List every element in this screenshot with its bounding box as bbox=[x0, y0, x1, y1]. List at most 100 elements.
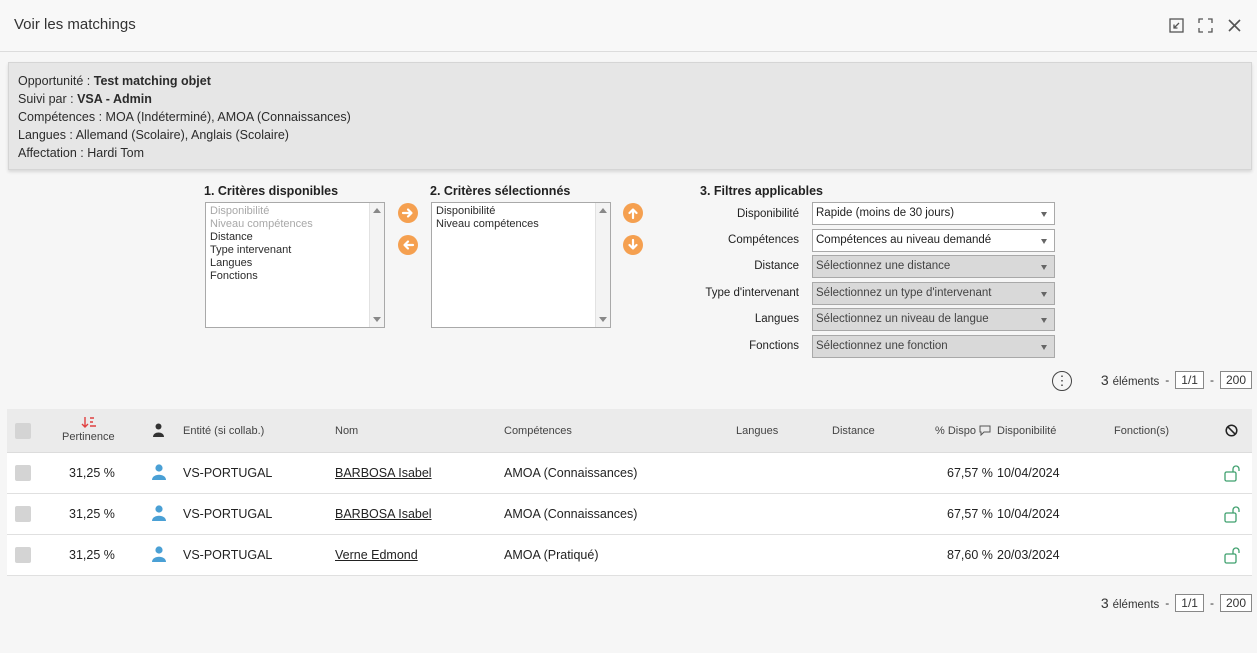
col-competences[interactable]: Compétences bbox=[504, 425, 572, 437]
filter-select-type-intervenant[interactable]: Sélectionnez un type d'intervenant bbox=[812, 282, 1055, 305]
scrollbar[interactable] bbox=[595, 203, 610, 327]
scroll-up-icon[interactable] bbox=[373, 208, 381, 213]
page-size-input[interactable]: 200 bbox=[1219, 371, 1252, 389]
cell-entite: VS-PORTUGAL bbox=[183, 548, 273, 562]
col-dispo-pct[interactable]: % Dispo bbox=[935, 424, 991, 437]
filter-label-competences: Compétences bbox=[728, 234, 799, 246]
col-entite[interactable]: Entité (si collab.) bbox=[183, 425, 264, 437]
col-nom[interactable]: Nom bbox=[335, 425, 358, 437]
cell-nom-link[interactable]: BARBOSA Isabel bbox=[335, 466, 432, 480]
page-indicator[interactable]: 1/1 bbox=[1175, 371, 1204, 389]
list-item[interactable]: Type intervenant bbox=[210, 244, 380, 257]
filter-label-type-intervenant: Type d'intervenant bbox=[705, 287, 799, 299]
cell-nom-link[interactable]: BARBOSA Isabel bbox=[335, 507, 432, 521]
suivi-value: VSA - Admin bbox=[77, 92, 152, 106]
filter-label-fonctions: Fonctions bbox=[749, 340, 799, 352]
pager-bottom: 3 éléments - 1/1 - 200 bbox=[1101, 594, 1252, 612]
table-row[interactable]: 31,25 % VS-PORTUGAL Verne Edmond AMOA (P… bbox=[7, 535, 1252, 576]
criteres-selectionnes-list[interactable]: Disponibilité Niveau compétences bbox=[431, 202, 611, 328]
cell-entite: VS-PORTUGAL bbox=[183, 507, 273, 521]
filter-select-disponibilite[interactable]: Rapide (moins de 30 jours) bbox=[812, 202, 1055, 225]
remove-criteria-button[interactable] bbox=[398, 235, 418, 255]
chevron-down-icon bbox=[1041, 265, 1047, 270]
info-langues: Langues : Allemand (Scolaire), Anglais (… bbox=[18, 128, 289, 142]
close-icon[interactable] bbox=[1226, 17, 1243, 34]
maximize-icon[interactable] bbox=[1197, 17, 1214, 34]
select-all-checkbox[interactable] bbox=[15, 423, 31, 439]
cell-entite: VS-PORTUGAL bbox=[183, 466, 273, 480]
info-affectation: Affectation : Hardi Tom bbox=[18, 146, 144, 160]
list-item: Niveau compétences bbox=[210, 218, 313, 230]
user-icon bbox=[152, 464, 166, 483]
arrow-up-icon bbox=[628, 208, 638, 220]
window-titlebar: Voir les matchings bbox=[0, 0, 1257, 52]
add-criteria-button[interactable] bbox=[398, 203, 418, 223]
minimize-icon[interactable] bbox=[1168, 17, 1185, 34]
cell-nom-link[interactable]: Verne Edmond bbox=[335, 548, 418, 562]
cell-disponibilite: 10/04/2024 bbox=[997, 507, 1060, 521]
unlock-icon[interactable] bbox=[1224, 505, 1240, 523]
table-row[interactable]: 31,25 % VS-PORTUGAL BARBOSA Isabel AMOA … bbox=[7, 453, 1252, 494]
criteres-disponibles-title: 1. Critères disponibles bbox=[204, 184, 339, 198]
opportunity-info-panel: Opportunité : Test matching objet Suivi … bbox=[8, 62, 1252, 170]
list-item[interactable]: Fonctions bbox=[210, 270, 380, 283]
chevron-down-icon bbox=[1041, 212, 1047, 217]
col-langues[interactable]: Langues bbox=[736, 425, 778, 437]
person-icon bbox=[153, 423, 164, 440]
cell-disponibilite: 20/03/2024 bbox=[997, 548, 1060, 562]
row-checkbox[interactable] bbox=[15, 465, 31, 481]
element-count: 3 bbox=[1100, 595, 1109, 611]
col-disponibilite[interactable]: Disponibilité bbox=[997, 425, 1056, 437]
cell-dispo-pct: 87,60 % bbox=[947, 548, 993, 562]
scroll-down-icon[interactable] bbox=[373, 317, 381, 322]
chevron-down-icon bbox=[1041, 318, 1047, 323]
chevron-down-icon bbox=[1041, 292, 1047, 297]
row-checkbox[interactable] bbox=[15, 506, 31, 522]
table-row[interactable]: 31,25 % VS-PORTUGAL BARBOSA Isabel AMOA … bbox=[7, 494, 1252, 535]
col-pertinence[interactable]: Pertinence bbox=[62, 431, 115, 443]
filter-select-distance[interactable]: Sélectionnez une distance bbox=[812, 255, 1055, 278]
user-icon bbox=[152, 546, 166, 565]
filter-select-fonctions[interactable]: Sélectionnez une fonction bbox=[812, 335, 1055, 358]
cell-disponibilite: 10/04/2024 bbox=[997, 466, 1060, 480]
user-icon bbox=[152, 505, 166, 524]
col-distance[interactable]: Distance bbox=[832, 425, 875, 437]
filter-select-competences[interactable]: Compétences au niveau demandé bbox=[812, 229, 1055, 252]
info-icon[interactable]: ⋮ bbox=[1052, 371, 1072, 391]
filter-label-langues: Langues bbox=[754, 313, 799, 325]
info-competences: Compétences : MOA (Indéterminé), AMOA (C… bbox=[18, 110, 351, 124]
list-item: Disponibilité bbox=[210, 205, 270, 217]
cell-dispo-pct: 67,57 % bbox=[947, 507, 993, 521]
move-down-button[interactable] bbox=[623, 235, 643, 255]
list-item[interactable]: Distance bbox=[210, 231, 380, 244]
sort-desc-icon[interactable] bbox=[81, 416, 97, 432]
list-item[interactable]: Disponibilité bbox=[436, 205, 606, 218]
col-fonctions[interactable]: Fonction(s) bbox=[1114, 425, 1169, 437]
filter-select-langues[interactable]: Sélectionnez un niveau de langue bbox=[812, 308, 1055, 331]
comment-icon bbox=[979, 425, 991, 437]
cell-dispo-pct: 67,57 % bbox=[947, 466, 993, 480]
block-icon[interactable] bbox=[1225, 424, 1238, 440]
page-size-input[interactable]: 200 bbox=[1219, 594, 1252, 612]
criteres-disponibles-list[interactable]: Disponibilité Niveau compétences Distanc… bbox=[205, 202, 385, 328]
unlock-icon[interactable] bbox=[1224, 546, 1240, 564]
info-opportunite: Opportunité : Test matching objet bbox=[18, 74, 211, 88]
row-checkbox[interactable] bbox=[15, 547, 31, 563]
list-item[interactable]: Langues bbox=[210, 257, 380, 270]
cell-competences: AMOA (Connaissances) bbox=[504, 466, 638, 480]
scroll-down-icon[interactable] bbox=[599, 317, 607, 322]
unlock-icon[interactable] bbox=[1224, 464, 1240, 482]
criteres-selectionnes-title: 2. Critères sélectionnés bbox=[430, 184, 571, 198]
scrollbar[interactable] bbox=[369, 203, 384, 327]
chevron-down-icon bbox=[1041, 345, 1047, 350]
cell-pertinence: 31,25 % bbox=[69, 548, 115, 562]
table-header: Pertinence Entité (si collab.) Nom Compé… bbox=[7, 409, 1252, 453]
matching-table: Pertinence Entité (si collab.) Nom Compé… bbox=[7, 409, 1252, 576]
cell-competences: AMOA (Pratiqué) bbox=[504, 548, 599, 562]
cell-pertinence: 31,25 % bbox=[69, 466, 115, 480]
page-indicator[interactable]: 1/1 bbox=[1175, 594, 1204, 612]
filtres-title: 3. Filtres applicables bbox=[700, 184, 823, 198]
list-item[interactable]: Niveau compétences bbox=[436, 218, 606, 231]
scroll-up-icon[interactable] bbox=[599, 208, 607, 213]
move-up-button[interactable] bbox=[623, 203, 643, 223]
